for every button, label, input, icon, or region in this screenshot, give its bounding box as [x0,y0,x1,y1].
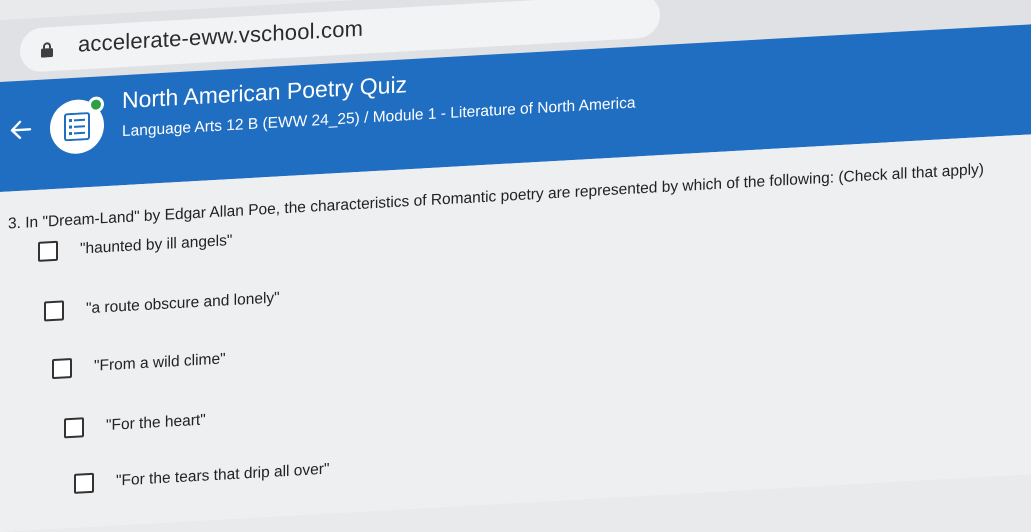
page-root: accelerate-eww.vschool.com North America… [0,0,1031,532]
arrow-left-icon[interactable] [8,116,34,143]
checkbox[interactable] [52,357,72,380]
lock-icon [41,42,53,58]
checkbox[interactable] [44,300,64,322]
checkbox[interactable] [38,240,58,262]
option-label: "For the heart" [106,411,206,435]
option-label: "From a wild clime" [94,350,226,375]
checkbox[interactable] [74,472,94,494]
checkbox[interactable] [64,417,84,439]
